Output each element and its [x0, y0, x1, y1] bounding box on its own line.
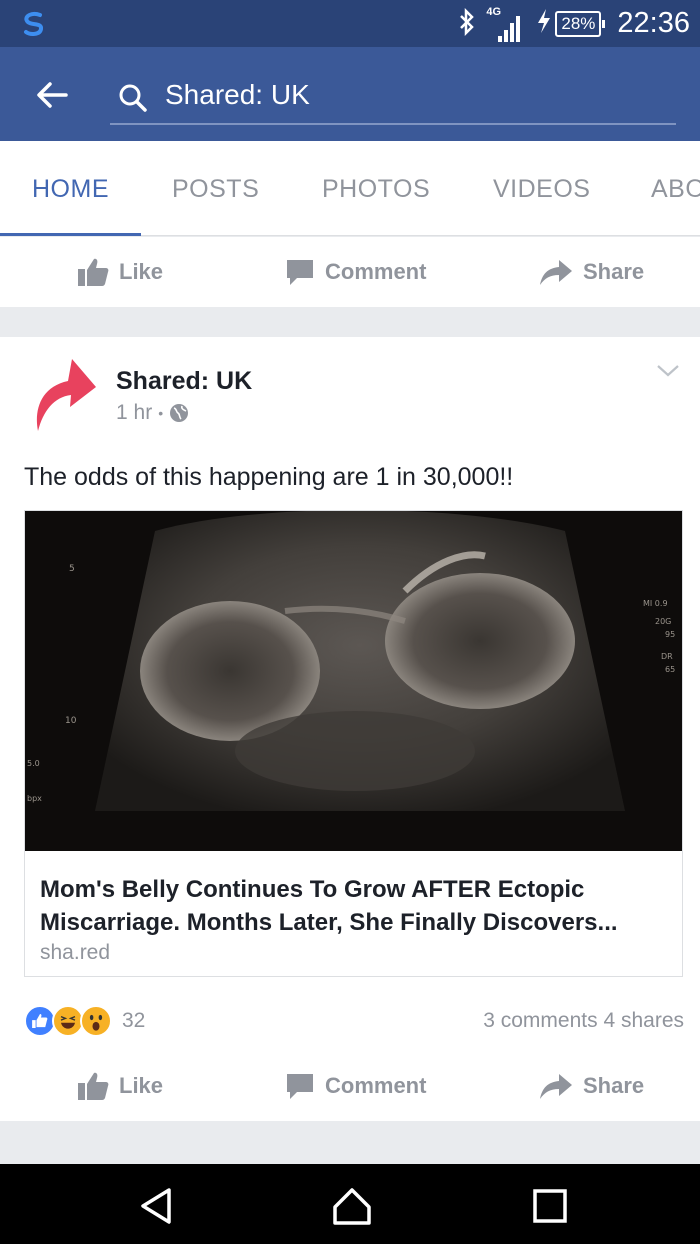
link-preview[interactable]: 5 10 5.0 bpx MI 0.9 20G 95 DR 65 Mom's B…	[24, 510, 683, 977]
tab-posts[interactable]: POSTS	[172, 175, 259, 204]
comment-button[interactable]: Comment	[285, 237, 426, 307]
link-domain: sha.red	[40, 941, 111, 964]
nav-home-icon[interactable]	[332, 1186, 372, 1226]
post-comment-button[interactable]: Comment	[285, 1051, 426, 1121]
nav-back-icon[interactable]	[137, 1186, 177, 1226]
meta-separator: •	[158, 405, 164, 421]
reactions-summary[interactable]: 32	[24, 1001, 145, 1041]
shared-logo-icon[interactable]	[30, 359, 96, 437]
search-icon	[119, 84, 147, 112]
thumbs-up-icon	[78, 1072, 109, 1100]
post-card: Shared: UK 1 hr • The odds of this happe…	[0, 337, 700, 1121]
page-name[interactable]: Shared: UK	[116, 367, 252, 396]
like-label: Like	[119, 259, 164, 284]
wow-reaction-icon	[80, 1005, 112, 1037]
share-arrow-icon	[540, 1074, 572, 1099]
ultrasound-image[interactable]: 5 10 5.0 bpx MI 0.9 20G 95 DR 65	[25, 511, 682, 851]
app-logo-icon	[24, 11, 43, 36]
chevron-down-icon[interactable]	[656, 363, 680, 379]
status-bar: 4G 28% 22:36	[0, 0, 700, 47]
shares-count[interactable]: 4 shares	[603, 1009, 684, 1032]
search-input[interactable]: Shared: UK	[110, 69, 676, 125]
bluetooth-icon	[458, 7, 476, 40]
scan-value-1: 95	[665, 630, 675, 639]
tab-about[interactable]: ABO	[651, 175, 700, 204]
depth-marker-1: 5	[69, 564, 75, 574]
engagement-stats: 3 comments 4 shares	[483, 1009, 684, 1033]
link-title[interactable]: Mom's Belly Continues To Grow AFTER Ecto…	[40, 873, 670, 939]
page-action-bar: Like Comment Share	[0, 237, 700, 307]
post-meta: 1 hr •	[116, 401, 189, 425]
globe-icon	[170, 404, 189, 422]
scan-label-2: bpx	[27, 794, 42, 803]
scan-dr: DR	[661, 652, 673, 661]
share-button[interactable]: Share	[539, 237, 644, 307]
nav-recents-icon[interactable]	[530, 1186, 570, 1226]
scan-label-1: 5.0	[27, 759, 40, 768]
post-action-bar: Like Comment Share	[0, 1051, 700, 1121]
post-share-button[interactable]: Share	[539, 1051, 644, 1121]
search-header: Shared: UK	[0, 47, 700, 141]
thumbs-up-icon	[78, 258, 109, 286]
reaction-count: 32	[122, 1009, 146, 1032]
comment-label: Comment	[325, 259, 427, 284]
system-nav-bar	[0, 1164, 700, 1244]
share-label: Share	[583, 259, 645, 284]
active-tab-indicator	[0, 233, 141, 236]
share-label: Share	[583, 1073, 645, 1098]
share-arrow-icon	[540, 260, 572, 285]
scan-value-2: 65	[665, 665, 675, 674]
tab-photos[interactable]: PHOTOS	[322, 175, 430, 204]
scan-mi: MI 0.9	[643, 599, 668, 608]
back-arrow-icon[interactable]	[32, 75, 72, 115]
post-time[interactable]: 1 hr	[116, 401, 152, 425]
tab-home[interactable]: HOME	[32, 175, 109, 204]
clock: 22:36	[617, 7, 690, 39]
signal-icon: 4G	[486, 4, 526, 44]
battery-indicator: 28%	[555, 10, 606, 37]
comment-icon	[287, 1074, 313, 1099]
scan-gain: 20G	[655, 617, 671, 626]
tab-videos[interactable]: VIDEOS	[493, 175, 590, 204]
comment-label: Comment	[325, 1073, 427, 1098]
post-text: The odds of this happening are 1 in 30,0…	[24, 463, 514, 491]
comment-icon	[287, 260, 313, 285]
search-text: Shared: UK	[165, 79, 310, 110]
page-tabs: HOME POSTS PHOTOS VIDEOS ABO	[0, 141, 700, 236]
depth-marker-2: 10	[65, 716, 77, 726]
like-button[interactable]: Like	[77, 237, 163, 307]
post-like-button[interactable]: Like	[77, 1051, 163, 1121]
like-label: Like	[119, 1073, 164, 1098]
charging-icon	[536, 8, 552, 40]
comments-count[interactable]: 3 comments	[483, 1009, 597, 1032]
